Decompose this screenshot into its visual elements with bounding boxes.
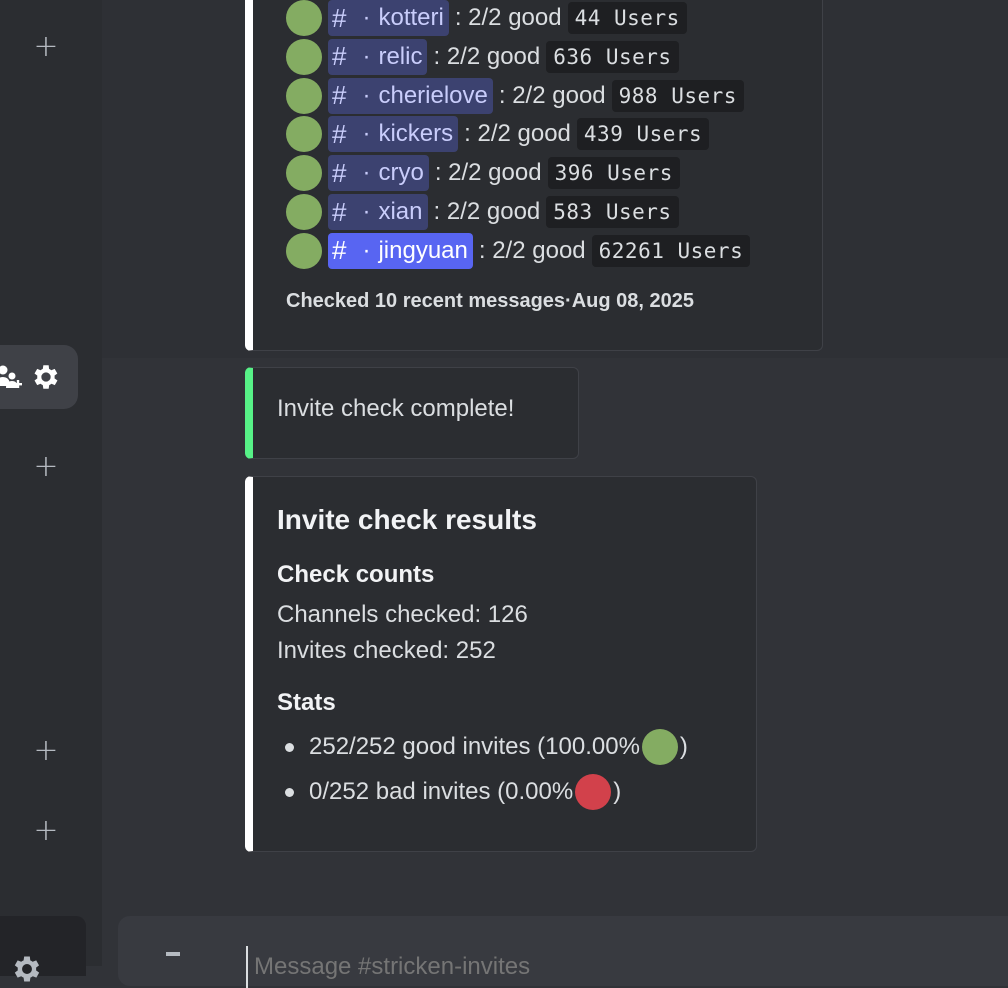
green-circle-icon [286, 116, 322, 153]
invite-status: : 2/2 good [433, 198, 541, 225]
channel-separator: · [362, 81, 371, 109]
user-count: 583 Users [546, 196, 679, 228]
user-settings-tile[interactable] [0, 916, 86, 982]
channel-separator: · [362, 4, 371, 31]
add-attachment-icon[interactable] [166, 952, 180, 956]
invite-status: : 2/2 good [464, 120, 571, 148]
green-circle-icon [286, 155, 322, 192]
invite-status: : 2/2 good [433, 42, 541, 70]
hash-icon: # [332, 41, 347, 72]
invites-checked: Invites checked: 252 [277, 637, 496, 664]
channel-name: relic [378, 42, 423, 70]
channel-mention[interactable]: # · cherielove [328, 77, 493, 114]
channel-separator: · [362, 198, 371, 225]
invite-row: # · kotteri : 2/2 good 44 Users [286, 0, 687, 36]
stats-heading: Stats [277, 689, 336, 716]
good-invites-text: 252/252 good invites (100.00% [309, 733, 640, 760]
invite-list-embed: # · kotteri: 2/2 good 44 Users # · relic: 2/2 … [245, 0, 823, 351]
embed-title: Invite check results [277, 504, 537, 535]
people-add-icon[interactable] [0, 364, 22, 390]
add-server-plus-icon[interactable]: + [33, 736, 59, 766]
bad-invites-text: 0/252 bad invites (0.00% [309, 778, 574, 805]
green-circle-icon [286, 232, 322, 269]
channel-mention[interactable]: # · cryo [328, 155, 429, 192]
hash-icon: # [332, 235, 347, 266]
hash-icon: # [332, 80, 347, 111]
channel-mention[interactable]: # · xian [328, 194, 428, 230]
invite-status: : 2/2 good [478, 236, 586, 264]
channel-name: jingyuan [378, 236, 468, 264]
gear-icon[interactable] [30, 361, 62, 393]
invite-row: # · kickers : 2/2 good 439 Users [286, 116, 710, 153]
active-server-item[interactable] [0, 345, 78, 409]
channel-mention[interactable]: # · jingyuan [328, 232, 473, 269]
channel-mention[interactable]: # · kotteri [328, 0, 449, 36]
green-circle-icon [286, 38, 322, 75]
add-server-plus-icon[interactable]: + [33, 816, 59, 846]
hash-icon: # [332, 157, 347, 188]
channels-checked: Channels checked: 126 [277, 601, 528, 628]
invite-row: # · cherielove : 2/2 good 988 Users [286, 77, 744, 114]
channel-name: kotteri [378, 4, 444, 31]
channel-separator: · [362, 159, 371, 187]
channel-separator: · [362, 120, 371, 148]
channel-separator: · [362, 42, 371, 70]
user-count: 988 Users [611, 79, 744, 112]
channel-separator: · [362, 236, 371, 264]
embed-description: Invite check complete! [277, 395, 515, 422]
invite-row: # · relic : 2/2 good 636 Users [286, 38, 679, 75]
hash-icon: # [332, 2, 347, 33]
green-circle-icon [286, 0, 322, 36]
good-invites-item: 252/252 good invites (100.00% ) [309, 729, 688, 765]
add-server-plus-icon[interactable]: + [33, 32, 59, 62]
counts-heading: Check counts [277, 561, 435, 588]
invite-row: # · jingyuan : 2/2 good 62261 Users [286, 232, 751, 269]
invite-status: : 2/2 good [498, 81, 606, 109]
user-count: 439 Users [576, 118, 710, 151]
user-count: 636 Users [546, 40, 679, 73]
user-count: 44 Users [567, 2, 687, 34]
invite-row: # · cryo : 2/2 good 396 Users [286, 155, 680, 192]
close-paren: ) [679, 733, 688, 760]
red-circle-icon [575, 774, 612, 810]
channel-name: kickers [378, 120, 454, 148]
message-input[interactable] [246, 946, 956, 988]
invite-complete-embed: Invite check complete! [245, 367, 579, 459]
green-circle-icon [641, 729, 678, 765]
user-count: 396 Users [547, 157, 680, 190]
gear-icon[interactable] [10, 952, 44, 986]
list-bullet [285, 788, 294, 797]
embed-footer: Checked 10 recent messages·Aug 08, 2025 [286, 290, 694, 312]
invite-row: # · xian : 2/2 good 583 Users [286, 194, 679, 230]
hash-icon: # [332, 196, 347, 227]
channel-mention[interactable]: # · relic [328, 38, 428, 75]
message-composer [118, 916, 1008, 988]
bad-invites-item: 0/252 bad invites (0.00% ) [309, 774, 621, 810]
hash-icon: # [332, 118, 347, 149]
close-paren: ) [613, 778, 622, 805]
server-sidebar: + + + + [0, 0, 102, 982]
channel-name: xian [378, 198, 423, 225]
user-count: 62261 Users [591, 234, 751, 267]
green-circle-icon [286, 194, 322, 230]
channel-name: cryo [378, 159, 424, 187]
channel-mention[interactable]: # · kickers [328, 116, 459, 153]
green-circle-icon [286, 77, 322, 114]
list-bullet [285, 743, 294, 752]
channel-name: cherielove [378, 81, 488, 109]
invite-status: : 2/2 good [454, 4, 562, 31]
invite-status: : 2/2 good [434, 159, 542, 187]
add-server-plus-icon[interactable]: + [33, 452, 59, 482]
invite-results-embed: Invite check results Check counts Channe… [245, 476, 757, 852]
